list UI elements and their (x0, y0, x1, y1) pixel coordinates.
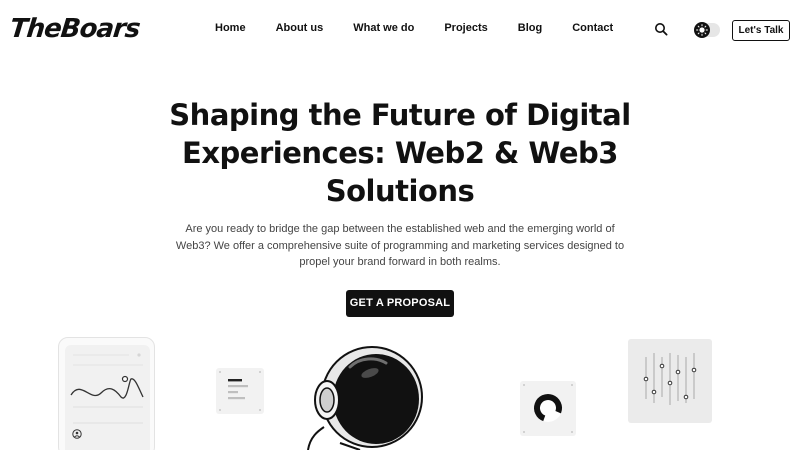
lets-talk-button[interactable]: Let's Talk (732, 20, 790, 41)
line-graph-illustration (70, 353, 144, 439)
menu-card-illustration (216, 368, 264, 414)
sliders-card-illustration (628, 339, 712, 423)
astronaut-illustration (300, 345, 430, 450)
nav-item-about[interactable]: About us (276, 22, 324, 34)
theme-toggle-knob (694, 22, 710, 38)
list-lines-icon (219, 371, 261, 411)
nav-item-home[interactable]: Home (215, 22, 246, 34)
nav-item-contact[interactable]: Contact (572, 22, 613, 34)
phone-screen (65, 345, 150, 450)
hero-description: Are you ready to bridge the gap between … (175, 223, 625, 268)
site-header: TheBoars Home About us What we do Projec… (0, 0, 800, 60)
phone-mockup-illustration (58, 337, 155, 450)
logo[interactable]: TheBoars (8, 14, 141, 44)
user-icon (72, 429, 82, 439)
donut-chart-card-illustration (520, 381, 576, 436)
nav-item-blog[interactable]: Blog (518, 22, 542, 34)
get-proposal-button[interactable]: GET A PROPOSAL (346, 290, 454, 317)
main-nav: Home About us What we do Projects Blog C… (200, 22, 643, 34)
sliders-icon (643, 353, 697, 405)
search-icon (655, 23, 668, 36)
search-button[interactable] (654, 22, 670, 38)
donut-chart-icon (523, 384, 573, 433)
theme-toggle[interactable] (694, 22, 720, 38)
nav-item-projects[interactable]: Projects (444, 22, 487, 34)
sun-icon (696, 24, 708, 36)
nav-item-what-we-do[interactable]: What we do (353, 22, 414, 34)
hero-title: Shaping the Future of Digital Experience… (169, 98, 631, 208)
